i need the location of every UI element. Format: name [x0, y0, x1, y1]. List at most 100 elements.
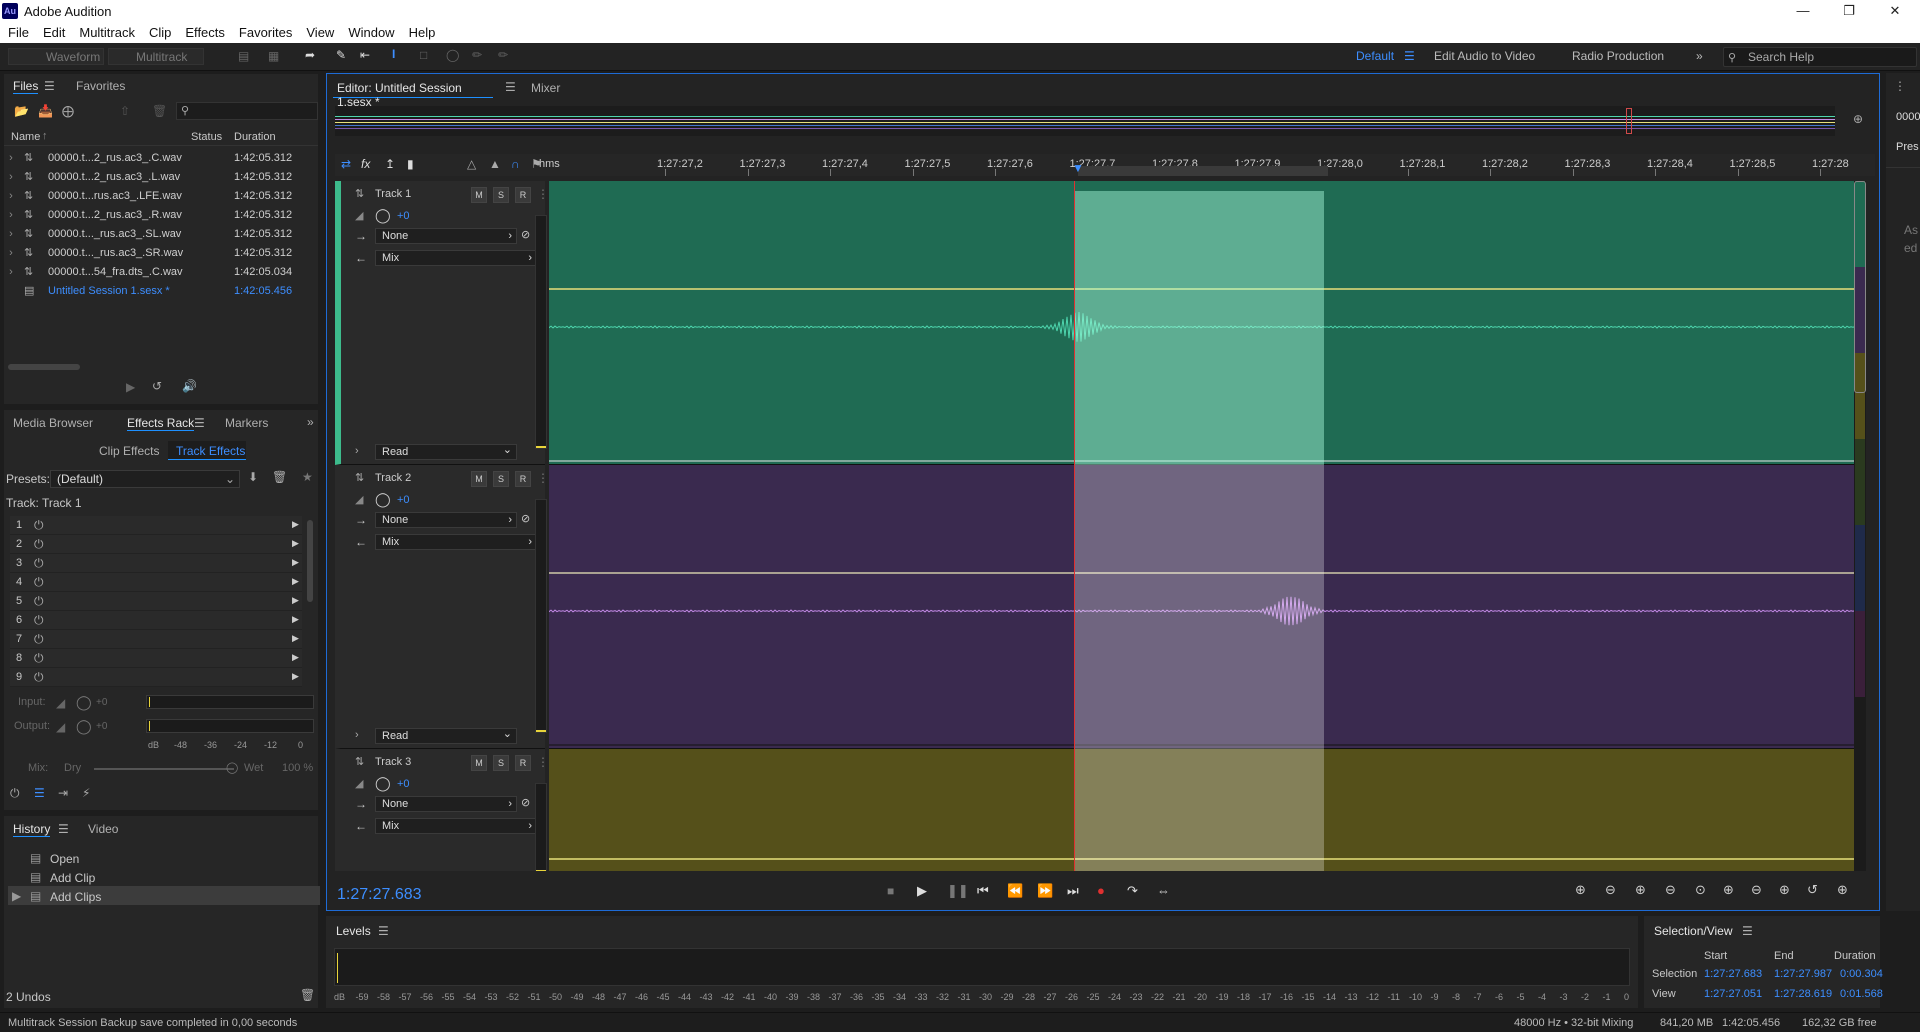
stop-icon[interactable]: ■ — [887, 884, 894, 898]
loop-preview-icon[interactable]: ↺ — [152, 379, 162, 393]
session-overview[interactable] — [335, 106, 1835, 136]
phase-invert-icon[interactable]: ⊘ — [521, 228, 530, 241]
history-item[interactable]: ▤ Open — [8, 848, 320, 867]
file-row[interactable]: › ⇅ 00000.t..._rus.ac3_.SR.wav 1:42:05.312 — [4, 243, 318, 262]
power-icon[interactable]: ⏻ — [34, 594, 44, 609]
view-end[interactable]: 1:27:28.619 — [1774, 988, 1832, 1000]
effects-rack-menu-icon[interactable]: ☰ — [194, 416, 205, 430]
pause-icon[interactable]: ❚❚ — [947, 883, 969, 899]
track-header[interactable]: ⇅ Track 1 M S R ⋮ ◢ ◯ +0 → None › ⊘ ← Mix › › Read ⌄ — [335, 181, 549, 465]
file-row[interactable]: › ⇅ 00000.t...54_fra.dts_.C.wav 1:42:05.034 — [4, 262, 318, 281]
expand-icon[interactable]: › — [4, 152, 18, 164]
tab-mixer[interactable]: Mixer — [531, 81, 560, 95]
tab-editor[interactable]: Editor: Untitled Session 1.sesx * ☰ — [333, 78, 516, 109]
more-panels-icon[interactable]: » — [307, 415, 314, 429]
selection-view-menu-icon[interactable]: ☰ — [1742, 924, 1753, 938]
automation-mode-dropdown[interactable]: Read ⌄ — [375, 728, 517, 744]
track-input-dropdown[interactable]: None › — [375, 228, 517, 244]
track-output-dropdown[interactable]: Mix › — [375, 534, 537, 550]
apply-icon[interactable]: ⇥ — [58, 786, 68, 800]
mix-slider-handle[interactable]: ◯ — [226, 761, 238, 774]
effect-slot[interactable]: 4 ⏻ ▶ — [10, 573, 302, 592]
track-header[interactable]: ⇅ Track 3 M S R ⋮ ◢ ◯ +0 → None › ⊘ ← Mix › — [335, 749, 549, 871]
power-icon[interactable]: ⏻ — [10, 786, 20, 801]
levels-title[interactable]: Levels — [336, 924, 371, 938]
menu-help[interactable]: Help — [409, 25, 436, 40]
automation-expand-icon[interactable]: › — [355, 729, 359, 741]
effect-slot[interactable]: 8 ⏻ ▶ — [10, 649, 302, 668]
zoom-to-fit-icon[interactable]: ⊕ — [1853, 112, 1863, 126]
expand-icon[interactable]: › — [4, 247, 18, 259]
skip-back-icon[interactable]: ⏮ — [977, 883, 989, 899]
menu-window[interactable]: Window — [348, 25, 394, 40]
mute-button[interactable]: M — [471, 755, 487, 771]
skip-selection-icon[interactable]: ⇔ — [1157, 883, 1170, 898]
session-row[interactable]: ▤ Untitled Session 1.sesx * 1:42:05.456 — [4, 281, 318, 300]
phase-invert-icon[interactable]: ⊘ — [521, 512, 530, 525]
track-name[interactable]: Track 1 — [375, 188, 411, 200]
delete-file-icon[interactable]: 🗑 — [152, 104, 167, 118]
open-file-icon[interactable]: 📂 — [14, 104, 29, 118]
history-item[interactable]: ▤ Add Clip — [8, 867, 320, 886]
zoom-in-point-icon[interactable]: ⊕ — [1723, 882, 1734, 898]
time-selection[interactable] — [1074, 191, 1324, 465]
track-menu-icon[interactable]: ⋮ — [537, 471, 549, 485]
workspace-edit-audio-to-video[interactable]: Edit Audio to Video — [1434, 49, 1535, 63]
brush-tool-icon[interactable]: ✏ — [472, 48, 482, 62]
effect-slot[interactable]: 5 ⏻ ▶ — [10, 592, 302, 611]
tab-effects-rack[interactable]: Effects Rack — [127, 416, 195, 431]
slot-arrow-icon[interactable]: ▶ — [292, 671, 299, 682]
mute-button[interactable]: M — [471, 471, 487, 487]
new-file-icon[interactable]: ⨁ — [62, 104, 74, 118]
levels-menu-icon[interactable]: ☰ — [378, 924, 389, 938]
workspace-menu-icon[interactable]: ☰ — [1404, 49, 1415, 63]
track-lane[interactable] — [549, 749, 1859, 871]
history-menu-icon[interactable]: ☰ — [58, 822, 69, 836]
menu-clip[interactable]: Clip — [149, 25, 171, 40]
expand-icon[interactable]: › — [4, 190, 18, 202]
delete-history-icon[interactable]: 🗑 — [300, 988, 315, 1002]
zoom-full-icon[interactable]: ⊙ — [1695, 882, 1706, 898]
current-time-display[interactable]: 1:27:27.683 — [337, 886, 422, 904]
expand-icon[interactable]: › — [4, 171, 18, 183]
solo-button[interactable]: S — [493, 755, 509, 771]
lasso-tool-icon[interactable]: ◯ — [446, 48, 459, 62]
volume-value[interactable]: +0 — [397, 210, 410, 222]
menu-view[interactable]: View — [306, 25, 334, 40]
loop-playback-icon[interactable]: ↷ — [1127, 883, 1138, 899]
files-search-input[interactable]: ⚲ — [176, 102, 318, 120]
expand-icon[interactable]: › — [4, 266, 18, 278]
editor-menu-icon[interactable]: ☰ — [505, 80, 516, 94]
tab-markers[interactable]: Markers — [225, 416, 268, 430]
file-row[interactable]: › ⇅ 00000.t..._rus.ac3_.SL.wav 1:42:05.312 — [4, 224, 318, 243]
power-icon[interactable]: ⏻ — [34, 556, 44, 571]
power-icon[interactable]: ⏻ — [34, 632, 44, 647]
expand-icon[interactable]: › — [4, 228, 18, 240]
import-file-icon[interactable]: 📥 — [38, 104, 53, 118]
power-icon[interactable]: ⏻ — [34, 575, 44, 590]
track-drag-icon[interactable]: ⇅ — [355, 755, 364, 768]
search-help-input[interactable]: Search Help — [1723, 47, 1917, 67]
slot-arrow-icon[interactable]: ▶ — [292, 576, 299, 587]
column-duration[interactable]: Duration — [234, 131, 276, 143]
slot-arrow-icon[interactable]: ▶ — [292, 595, 299, 606]
record-icon[interactable]: ● — [1097, 883, 1105, 898]
column-name[interactable]: Name — [11, 131, 40, 143]
list-view-icon[interactable]: ☰ — [34, 786, 45, 800]
zoom-selection-icon[interactable]: ⊕ — [1779, 882, 1790, 898]
volume-value[interactable]: +0 — [397, 494, 410, 506]
track-name[interactable]: Track 3 — [375, 756, 411, 768]
effect-slot[interactable]: 9 ⏻ ▶ — [10, 668, 302, 687]
timeline-ruler[interactable]: ⇄ fx ↥ ▮ △ ▲ ∩ ⚑ hms 1:27:27,2 1:27:27,3 1… — [335, 154, 1875, 176]
overview-view-range[interactable] — [1626, 108, 1632, 134]
automation-expand-icon[interactable]: › — [355, 445, 359, 457]
play-icon[interactable]: ▶ — [917, 883, 927, 899]
input-knob[interactable]: ◯ — [76, 694, 92, 711]
file-row[interactable]: › ⇅ 00000.t...rus.ac3_.LFE.wav 1:42:05.312 — [4, 186, 318, 205]
view-start[interactable]: 1:27:27.051 — [1704, 988, 1762, 1000]
track-menu-icon[interactable]: ⋮ — [537, 187, 549, 201]
spot-healing-icon[interactable]: ✏ — [498, 48, 508, 62]
effects-scrollbar[interactable] — [307, 520, 313, 602]
record-arm-button[interactable]: R — [515, 187, 531, 203]
menu-effects[interactable]: Effects — [185, 25, 225, 40]
